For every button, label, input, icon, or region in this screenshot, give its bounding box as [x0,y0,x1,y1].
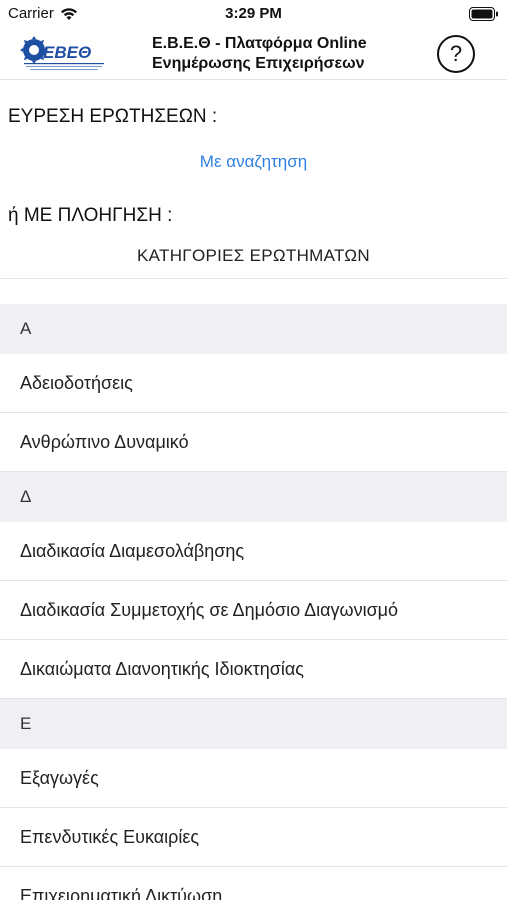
app-screen: Carrier 3:29 PM ΕΒΕΘ Ε.Β.Ε.Θ - Πλατφόρμα… [0,0,507,900]
category-item[interactable]: Επενδυτικές Ευκαιρίες [0,808,507,867]
browse-heading: ή ΜΕ ΠΛΟΗΓΗΣΗ : [8,205,173,226]
categories-title: ΚΑΤΗΓΟΡΙΕΣ ΕΡΩΤΗΜΑΤΩΝ [137,246,370,265]
find-questions-heading: ΕΥΡΕΣΗ ΕΡΩΤΗΣΕΩΝ : [8,106,218,127]
category-item-label: Διαδικασία Διαμεσολάβησης [20,540,245,561]
section-header: Ε [0,699,507,749]
category-item[interactable]: Επιχειρηματική Δικτύωση [0,867,507,900]
ebeth-logo: ΕΒΕΘ [20,36,104,70]
divider [0,278,507,279]
status-bar: Carrier 3:29 PM [0,0,507,28]
page-title: Ε.Β.Ε.Θ - Πλατφόρμα Online Ενημέρωσης Επ… [152,34,422,74]
page-title-line-1: Ε.Β.Ε.Θ - Πλατφόρμα Online [152,35,367,52]
section-header: Α [0,304,507,354]
category-item-label: Διαδικασία Συμμετοχής σε Δημόσιο Διαγωνι… [20,599,399,620]
question-mark-icon: ? [449,41,463,66]
category-item[interactable]: Εξαγωγές [0,749,507,808]
category-item-label: Επιχειρηματική Δικτύωση [20,885,223,900]
category-item[interactable]: Διαδικασία Διαμεσολάβησης [0,522,507,581]
category-item-label: Εξαγωγές [20,767,99,788]
section-header-label: Δ [20,487,32,506]
help-button[interactable]: ? [437,35,475,73]
category-item-label: Δικαιώματα Διανοητικής Ιδιοκτησίας [20,658,304,679]
page-title-line-2: Ενημέρωσης Επιχειρήσεων [152,55,365,72]
status-time: 3:29 PM [225,5,282,22]
category-item-label: Επενδυτικές Ευκαιρίες [20,826,200,847]
category-item-label: Αδειοδοτήσεις [20,372,133,393]
category-item[interactable]: Αδειοδοτήσεις [0,354,507,413]
search-link[interactable]: Με αναζητηση [0,152,507,172]
category-item[interactable]: Δικαιώματα Διανοητικής Ιδιοκτησίας [0,640,507,699]
section-header-label: Ε [20,714,32,733]
category-item[interactable]: Ανθρώπινο Δυναμικό [0,413,507,472]
category-item-label: Ανθρώπινο Δυναμικό [20,431,189,452]
category-item[interactable]: Διαδικασία Συμμετοχής σε Δημόσιο Διαγωνι… [0,581,507,640]
section-header-label: Α [20,319,32,338]
logo-wordmark: ΕΒΕΘ [43,43,91,62]
category-list: Α Αδειοδοτήσεις Ανθρώπινο Δυναμικό Δ Διαδικα… [0,304,507,900]
section-header: Δ [0,472,507,522]
navigation-bar: ΕΒΕΘ Ε.Β.Ε.Θ - Πλατφόρμα Online Ενημέρωσ… [0,28,507,80]
battery-icon [469,7,498,21]
